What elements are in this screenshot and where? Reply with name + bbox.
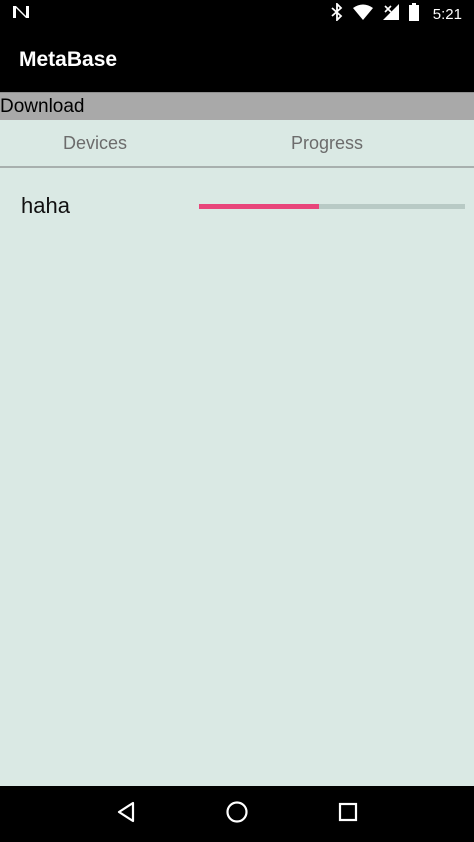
app-toolbar: MetaBase [0, 28, 474, 92]
app-title: MetaBase [19, 48, 118, 71]
table-row[interactable]: haha [0, 168, 474, 244]
download-section-header: Download [0, 92, 474, 120]
recents-icon [338, 802, 358, 827]
home-icon [225, 800, 249, 829]
back-icon [116, 801, 136, 828]
column-header-devices: Devices [62, 132, 128, 153]
device-name: haha [21, 193, 70, 218]
recents-button[interactable] [328, 794, 368, 834]
status-right: 5:21 [331, 1, 462, 26]
column-header-progress: Progress [290, 132, 364, 153]
download-progress-bar [199, 203, 465, 209]
status-time: 5:21 [432, 5, 462, 23]
notification-n-icon [12, 4, 30, 25]
bluetooth-icon [331, 1, 343, 26]
signal-icon [382, 3, 399, 25]
screen: 5:21 MetaBase Download Devices Progress … [0, 0, 474, 842]
battery-icon [408, 2, 419, 26]
progress-fill [199, 203, 319, 209]
back-button[interactable] [106, 794, 146, 834]
status-left [12, 4, 30, 25]
main-content: Download Devices Progress haha [0, 92, 474, 786]
home-button[interactable] [217, 794, 257, 834]
section-header-label: Download [0, 96, 85, 117]
table-header: Devices Progress [0, 120, 474, 168]
wifi-icon [352, 4, 373, 25]
status-bar: 5:21 [0, 0, 474, 28]
navigation-bar [0, 786, 474, 842]
